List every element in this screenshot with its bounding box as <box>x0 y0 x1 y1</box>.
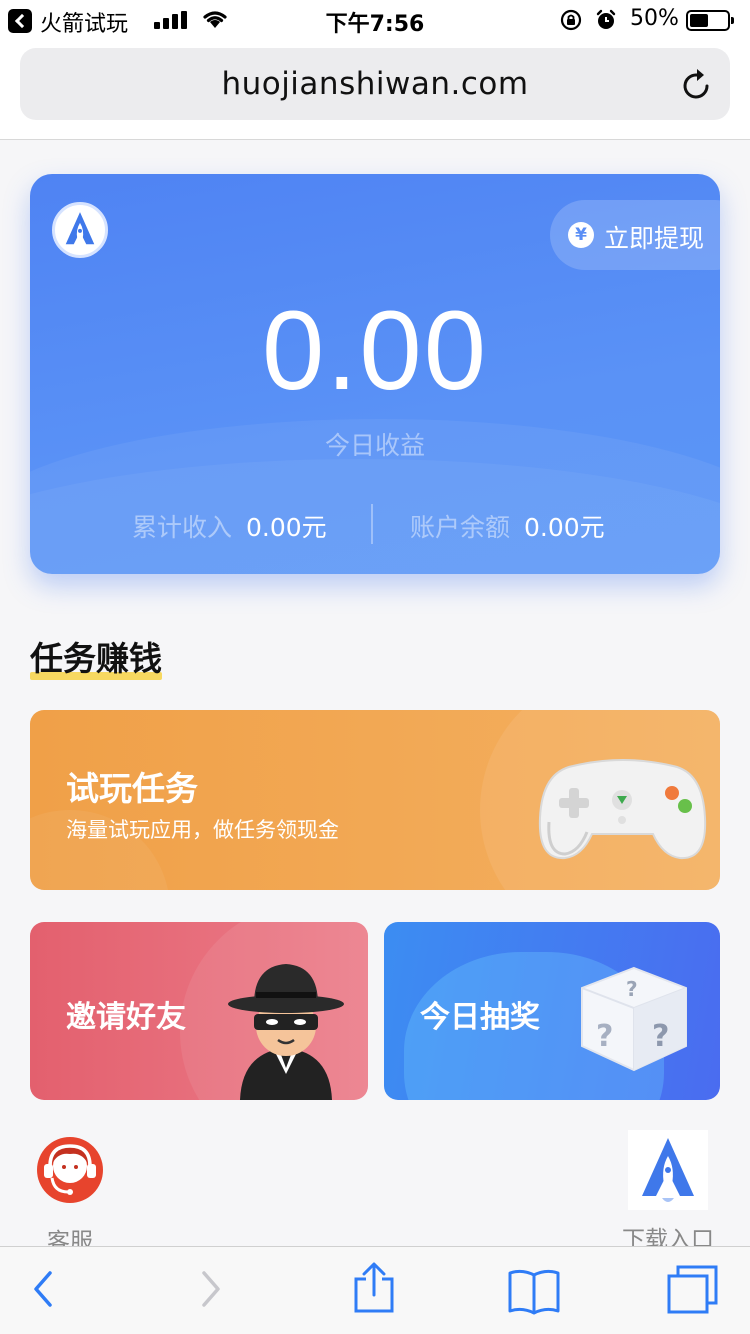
customer-service-link[interactable]: 客服 <box>34 1134 106 1255</box>
total-income: 累计收入 0.00元 <box>132 508 327 544</box>
daily-lottery-card[interactable]: 今日抽奖 ? ? ? <box>384 922 720 1100</box>
bookmarks-icon[interactable] <box>506 1267 562 1315</box>
withdraw-button[interactable]: ¥ 立即提现 <box>550 200 720 270</box>
tabs-icon[interactable] <box>666 1265 720 1315</box>
trial-task-title: 试玩任务 <box>66 769 198 808</box>
battery-icon <box>686 10 734 31</box>
yen-icon: ¥ <box>568 222 594 248</box>
browser-address-area: huojianshiwan.com <box>0 40 750 140</box>
svg-text:?: ? <box>626 977 638 1001</box>
download-link[interactable]: 下载入口 <box>614 1130 722 1253</box>
svg-text:?: ? <box>652 1019 669 1054</box>
battery-percent: 50% <box>630 6 679 31</box>
today-earnings-amount: 0.00 <box>262 288 488 413</box>
section-title: 任务赚钱 <box>30 632 162 680</box>
alarm-icon <box>596 9 616 29</box>
back-arrow-icon[interactable] <box>30 1265 56 1313</box>
svg-text:?: ? <box>596 1019 613 1054</box>
address-bar[interactable]: huojianshiwan.com <box>20 48 730 120</box>
total-income-label: 累计收入 <box>132 513 233 542</box>
mystery-dice-icon: ? ? ? <box>581 966 687 1072</box>
invite-friends-card[interactable]: 邀请好友 <box>30 922 368 1100</box>
status-bar: 火箭试玩 下午7:56 50% <box>0 0 750 40</box>
trial-task-subtitle: 海量试玩应用，做任务领现金 <box>66 818 339 842</box>
trial-task-card[interactable]: 试玩任务 海量试玩应用，做任务领现金 <box>30 710 720 890</box>
account-balance: 账户余额 0.00元 <box>410 508 605 544</box>
rocket-logo-icon <box>52 202 108 258</box>
total-income-value: 0.00元 <box>246 513 327 542</box>
app-logo-icon <box>628 1130 708 1210</box>
section-title-text: 任务赚钱 <box>30 639 162 678</box>
forward-arrow-icon[interactable] <box>198 1265 224 1313</box>
daily-lottery-title: 今日抽奖 <box>420 1000 540 1035</box>
rotation-lock-icon <box>560 9 582 31</box>
browser-toolbar <box>0 1246 750 1334</box>
earnings-card: ¥ 立即提现 0.00 今日收益 累计收入 0.00元 账户余额 0.00元 <box>30 174 720 574</box>
account-balance-label: 账户余额 <box>410 513 511 542</box>
masked-spy-icon <box>228 964 344 1100</box>
customer-service-icon <box>37 1137 103 1203</box>
gamepad-icon <box>538 759 707 860</box>
stats-divider <box>371 504 373 544</box>
reload-icon[interactable] <box>680 66 714 102</box>
invite-friends-title: 邀请好友 <box>66 1000 186 1035</box>
account-balance-value: 0.00元 <box>524 513 605 542</box>
url-text[interactable]: huojianshiwan.com <box>20 66 730 102</box>
withdraw-label: 立即提现 <box>604 224 705 253</box>
share-icon[interactable] <box>352 1261 396 1315</box>
today-earnings-label: 今日收益 <box>324 431 425 460</box>
